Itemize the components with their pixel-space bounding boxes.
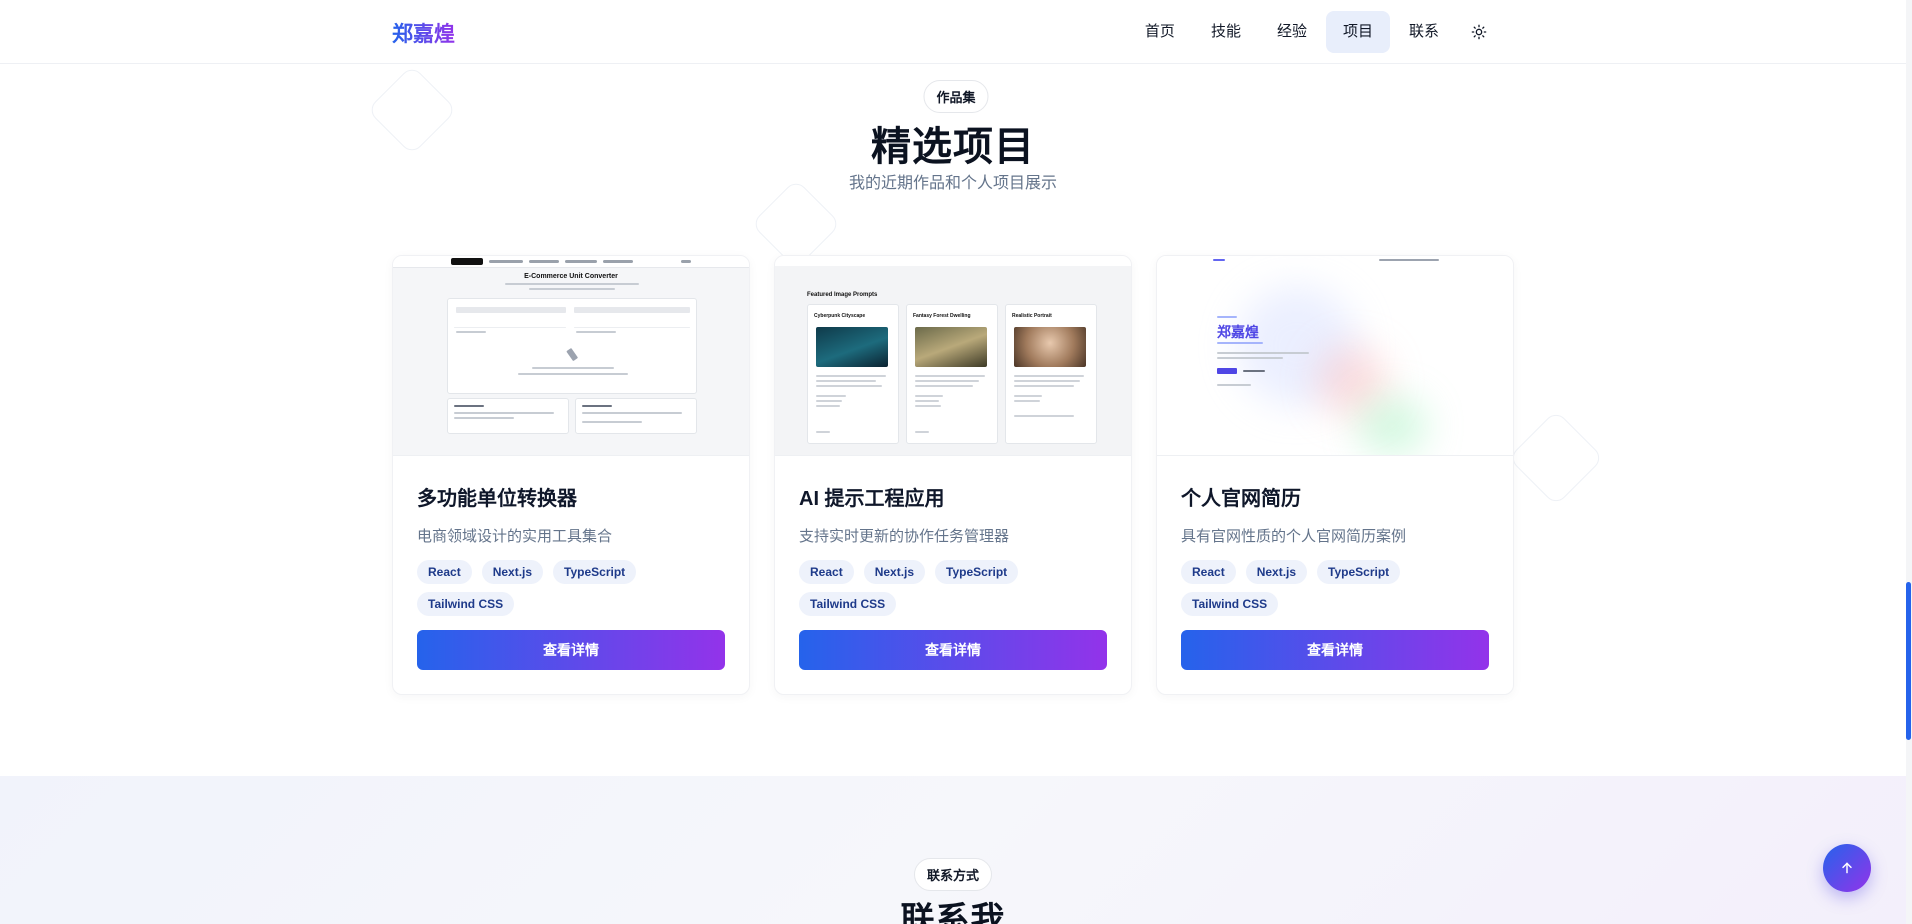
project-title: 多功能单位转换器	[417, 488, 577, 510]
contact-title: 联系我	[900, 901, 1006, 924]
nav-item-experience[interactable]: 经验	[1260, 11, 1324, 53]
contact-section: 联系方式 联系我	[0, 776, 1906, 924]
tag-list: React Next.js TypeScript Tailwind CSS	[799, 560, 1099, 616]
project-description: 具有官网性质的个人官网简历案例	[1181, 528, 1407, 545]
nav-item-contact[interactable]: 联系	[1392, 11, 1456, 53]
tag-typescript: TypeScript	[1317, 560, 1401, 584]
arrow-up-icon	[1842, 862, 1852, 874]
thumbnail-heading: E-Commerce Unit Converter	[524, 273, 618, 280]
nav-item-home[interactable]: 首页	[1128, 11, 1192, 53]
back-to-top-button[interactable]	[1823, 844, 1871, 892]
nav-item-skills[interactable]: 技能	[1194, 11, 1258, 53]
project-description: 支持实时更新的协作任务管理器	[799, 528, 1010, 545]
decorative-diamond	[1507, 409, 1605, 507]
tag-tailwind: Tailwind CSS	[799, 592, 897, 616]
tag-typescript: TypeScript	[935, 560, 1019, 584]
thumbnail-heading: Featured Image Prompts	[807, 292, 878, 298]
projects-title: 精选项目	[871, 125, 1035, 169]
projects-subtitle: 我的近期作品和个人项目展示	[848, 175, 1057, 192]
view-details-button[interactable]: 查看详情	[417, 630, 725, 670]
view-details-button[interactable]: 查看详情	[1181, 630, 1489, 670]
tag-tailwind: Tailwind CSS	[417, 592, 515, 616]
tag-tailwind: Tailwind CSS	[1181, 592, 1279, 616]
nav-item-projects[interactable]: 项目	[1325, 11, 1390, 53]
site-header: 郑嘉煌 首页 技能 经验 项目 联系	[0, 0, 1906, 64]
tag-nextjs: Next.js	[1245, 560, 1308, 584]
project-thumbnail[interactable]: E-Commerce Unit Converter	[393, 256, 749, 456]
project-card: E-Commerce Unit Converter 多功能单位转换器 电商领域设…	[392, 255, 750, 695]
contact-badge: 联系方式	[913, 858, 993, 891]
thumbnail-card-title: Realistic Portrait	[1012, 313, 1052, 319]
project-title: AI 提示工程应用	[799, 488, 945, 510]
tag-nextjs: Next.js	[863, 560, 926, 584]
project-card: 郑嘉煌 个人官网简历 具有官网性质的个人官网简历案例 React Next.js…	[1156, 255, 1514, 695]
tag-react: React	[417, 560, 472, 584]
site-logo[interactable]: 郑嘉煌	[392, 18, 455, 48]
theme-toggle-button[interactable]	[1458, 11, 1500, 53]
page-scrollbar[interactable]	[1906, 0, 1912, 924]
tag-react: React	[799, 560, 854, 584]
sun-icon	[1471, 24, 1487, 40]
thumbnail-card-title: Cyberpunk Cityscape	[814, 313, 866, 319]
view-details-button[interactable]: 查看详情	[799, 630, 1107, 670]
tag-list: React Next.js TypeScript Tailwind CSS	[417, 560, 717, 616]
tag-react: React	[1181, 560, 1236, 584]
project-thumbnail[interactable]: 郑嘉煌	[1157, 256, 1513, 456]
project-card: Featured Image Prompts Cyberpunk Citysca…	[774, 255, 1132, 695]
project-description: 电商领域设计的实用工具集合	[417, 528, 613, 545]
thumbnail-name: 郑嘉煌	[1217, 324, 1259, 340]
tag-list: React Next.js TypeScript Tailwind CSS	[1181, 560, 1481, 616]
thumbnail-card-title: Fantasy Forest Dwelling	[913, 313, 971, 319]
main-nav: 首页 技能 经验 项目 联系	[1128, 11, 1500, 53]
project-card-list: E-Commerce Unit Converter 多功能单位转换器 电商领域设…	[392, 255, 1514, 695]
scrollbar-thumb[interactable]	[1906, 582, 1911, 740]
tag-nextjs: Next.js	[481, 560, 544, 584]
tag-typescript: TypeScript	[553, 560, 637, 584]
projects-badge: 作品集	[923, 80, 989, 113]
project-thumbnail[interactable]: Featured Image Prompts Cyberpunk Citysca…	[775, 256, 1131, 456]
project-title: 个人官网简历	[1181, 488, 1301, 510]
